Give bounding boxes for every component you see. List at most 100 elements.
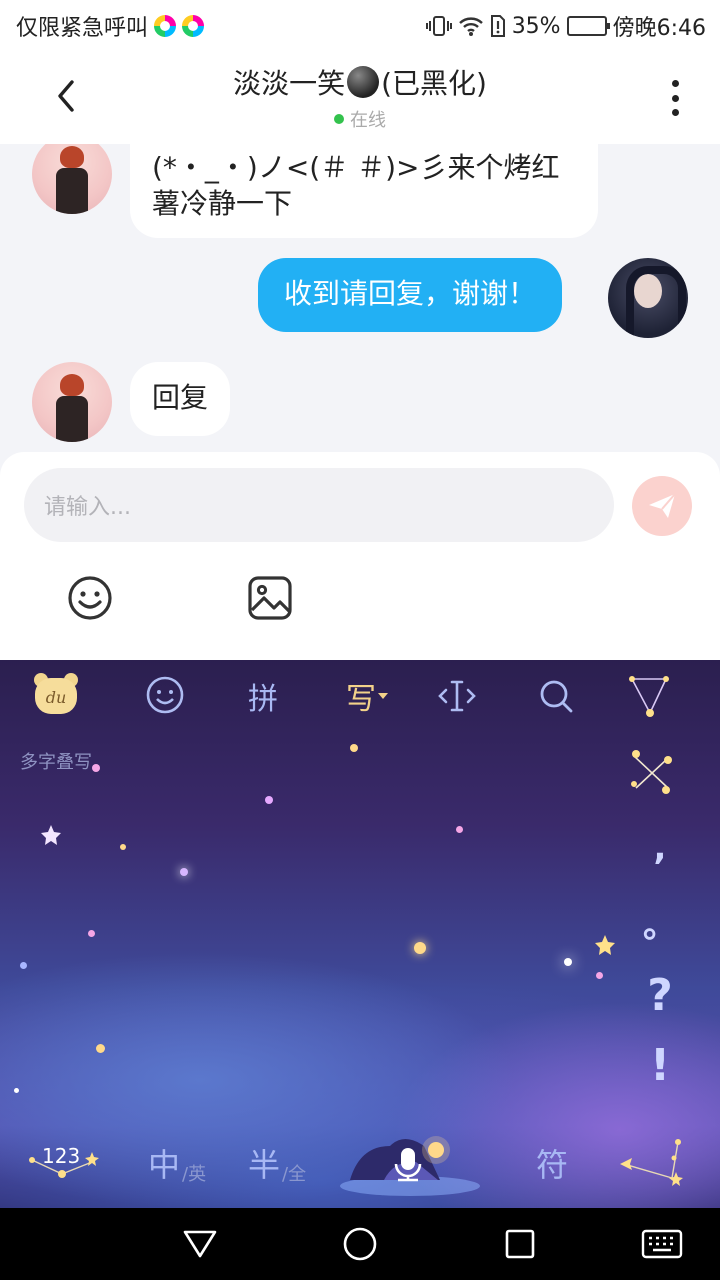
- microphone-island-icon: [340, 1136, 480, 1196]
- more-dot-icon: [671, 80, 679, 87]
- kb-emoji-button[interactable]: [144, 674, 186, 716]
- input-panel: 请输入...: [0, 452, 720, 660]
- message-bubble-incoming[interactable]: 回复: [130, 362, 231, 436]
- voice-input-button[interactable]: [340, 1120, 480, 1200]
- status-bar: 仅限紧急呼叫 35% 傍晚6:46: [0, 0, 720, 52]
- multi-char-hint: 多字叠写: [20, 752, 92, 773]
- dark-smiley-emoji: [347, 66, 380, 98]
- send-button[interactable]: [632, 476, 692, 536]
- numbers-key-label: 123: [42, 1144, 81, 1168]
- collapse-keyboard-button[interactable]: [624, 672, 674, 720]
- star-decoration: [41, 825, 61, 845]
- constellation-icon: [631, 750, 672, 794]
- kb-search-button[interactable]: [536, 676, 576, 716]
- contact-name-prefix: 淡淡一笑: [233, 67, 346, 100]
- english-sub-label: /英: [182, 1164, 207, 1185]
- chat-header: 淡淡一笑 (已黑化) 在线: [0, 52, 720, 144]
- more-options-button[interactable]: [660, 78, 690, 118]
- clock: 傍晚6:46: [612, 16, 706, 41]
- star-decoration: [350, 744, 358, 752]
- keyboard-icon: [641, 1229, 683, 1259]
- smiley-icon: [146, 676, 184, 714]
- message-bubble-incoming[interactable]: (*・_・)ノ<(＃ ＃)>彡来个烤红 薯冷静一下: [130, 144, 598, 238]
- battery-icon: [566, 16, 610, 36]
- constellation-key[interactable]: [616, 1138, 692, 1188]
- app-notification-icon-2: [182, 15, 205, 37]
- half-key-label: 半: [248, 1146, 281, 1184]
- message-bubble-outgoing[interactable]: 收到请回复，谢谢！: [258, 258, 563, 332]
- star-decoration: [595, 935, 615, 955]
- sim-alert-icon: [490, 15, 505, 37]
- message-list[interactable]: (*・_・)ノ<(＃ ＃)>彡来个烤红 薯冷静一下 收到请回复，谢谢！ 回复: [0, 144, 720, 452]
- bear-logo-icon: du: [34, 673, 78, 714]
- star-decoration: [564, 958, 572, 966]
- message-text: 回复: [152, 381, 209, 414]
- handwrite-mode-label: 写: [346, 682, 376, 717]
- star-decoration: [88, 930, 95, 937]
- star-decoration: [414, 942, 426, 954]
- exclamation-key[interactable]: !: [640, 1040, 680, 1091]
- contact-avatar[interactable]: [32, 362, 112, 442]
- more-dot-icon: [671, 94, 679, 102]
- system-navigation-bar: [0, 1208, 720, 1280]
- svg-text:du: du: [46, 688, 67, 707]
- constellation-icon: [620, 1139, 683, 1186]
- star-decoration: [96, 1044, 105, 1053]
- half-full-toggle[interactable]: 半 /全: [248, 1140, 306, 1186]
- pinyin-mode-button[interactable]: 拼: [240, 674, 286, 718]
- question-key[interactable]: ?: [640, 970, 680, 1021]
- full-sub-label: /全: [282, 1164, 307, 1185]
- symbols-key[interactable]: 符: [536, 1140, 568, 1186]
- smiley-icon: [68, 576, 112, 620]
- constellation-icon: [629, 676, 669, 717]
- du-logo-button[interactable]: du: [32, 672, 80, 716]
- online-dot-icon: [334, 114, 344, 124]
- message-text-line: 薯冷静一下: [152, 187, 293, 220]
- circle-home-icon: [343, 1227, 377, 1261]
- period-key[interactable]: 。: [640, 898, 680, 947]
- nav-keyboard-button[interactable]: [640, 1226, 684, 1262]
- star-decoration: [92, 764, 100, 772]
- contact-name: 淡淡一笑 (已黑化): [233, 62, 487, 102]
- vibrate-icon: [425, 16, 452, 36]
- message-input-placeholder: 请输入...: [44, 495, 131, 520]
- message-text: 收到请回复，谢谢！: [284, 277, 537, 310]
- message-input[interactable]: 请输入...: [24, 468, 614, 542]
- square-recents-icon: [505, 1229, 535, 1259]
- triangle-back-icon: [183, 1230, 217, 1258]
- battery-percent: 35%: [511, 13, 561, 39]
- search-icon: [540, 680, 573, 713]
- chinese-english-toggle[interactable]: 中 /英: [148, 1140, 206, 1186]
- star-decoration: [20, 962, 27, 969]
- paper-plane-icon: [649, 493, 676, 518]
- ime-keyboard[interactable]: du 拼 写 多字叠写 , 。 ? ! 123 中 /英 半 /全 符: [0, 660, 720, 1208]
- image-button[interactable]: [246, 574, 294, 622]
- my-avatar[interactable]: [608, 258, 688, 338]
- contact-avatar[interactable]: [32, 144, 112, 214]
- numbers-key[interactable]: 123: [26, 1138, 102, 1188]
- star-decoration: [120, 844, 126, 850]
- image-icon: [248, 576, 292, 620]
- cursor-move-button[interactable]: [436, 676, 478, 716]
- nav-home-button[interactable]: [342, 1226, 378, 1262]
- chinese-key-label: 中: [148, 1146, 181, 1184]
- emoji-button[interactable]: [66, 574, 114, 622]
- online-status-text: 在线: [350, 110, 386, 131]
- online-status: 在线: [0, 106, 720, 132]
- app-notification-icon: [154, 15, 177, 37]
- carrier-text: 仅限紧急呼叫: [16, 16, 149, 41]
- star-decoration: [596, 972, 603, 979]
- cursor-icon: [438, 680, 476, 712]
- wifi-icon: [458, 17, 483, 36]
- star-decoration: [14, 1088, 19, 1093]
- contact-name-suffix: (已黑化): [381, 67, 487, 100]
- message-text-line: (*・_・)ノ<(＃ ＃)>彡来个烤红: [152, 151, 560, 184]
- comma-key[interactable]: ,: [640, 828, 680, 868]
- nav-back-button[interactable]: [182, 1226, 218, 1262]
- more-dot-icon: [671, 109, 679, 116]
- star-decoration: [456, 826, 463, 833]
- star-decoration: [265, 796, 273, 804]
- handwrite-mode-button[interactable]: 写: [338, 674, 398, 718]
- star-decoration: [180, 868, 188, 876]
- nav-recents-button[interactable]: [502, 1226, 538, 1262]
